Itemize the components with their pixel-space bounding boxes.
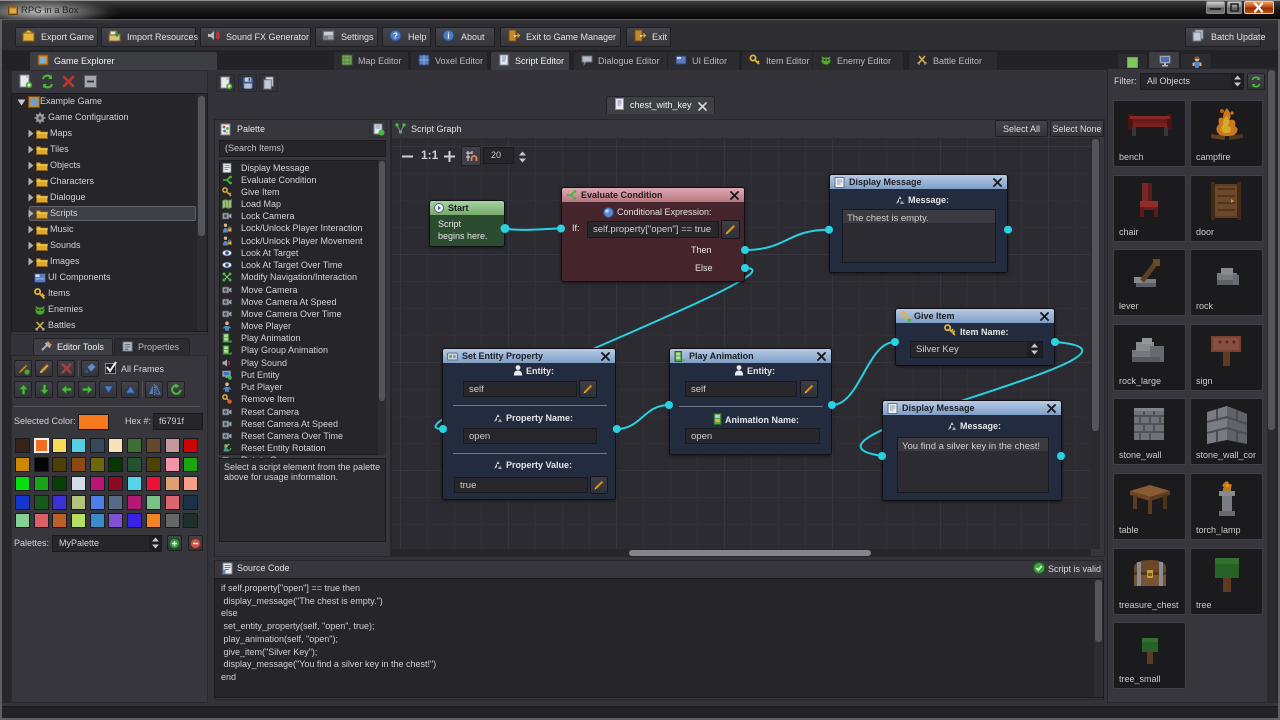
svg-text:?: ? [393,32,398,41]
svg-text:i: i [447,32,449,41]
